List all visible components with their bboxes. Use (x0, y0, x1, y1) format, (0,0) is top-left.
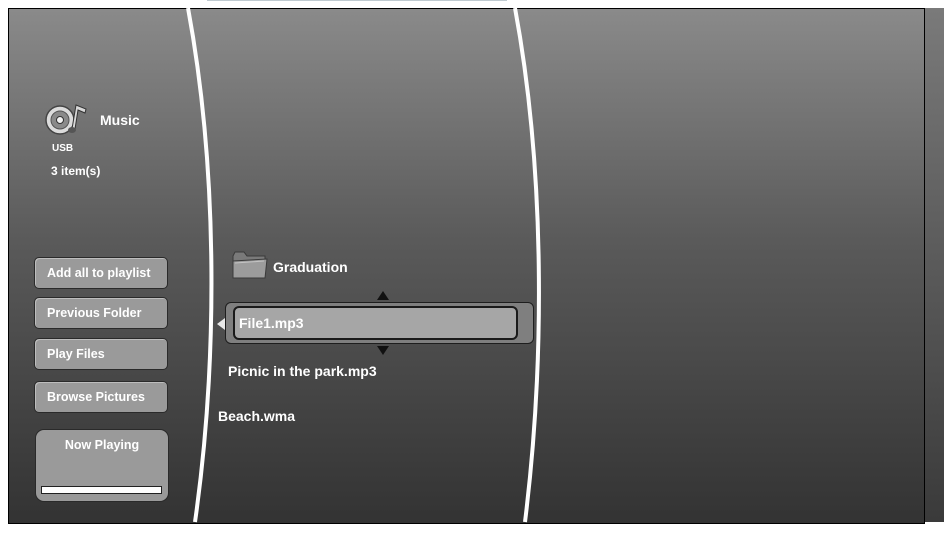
item-count: 3 item(s) (51, 164, 101, 178)
now-playing-panel[interactable]: Now Playing (35, 429, 169, 502)
folder-item-label[interactable]: Graduation (273, 259, 348, 275)
add-all-to-playlist-button[interactable]: Add all to playlist (34, 257, 168, 289)
now-playing-progress-bar (41, 486, 162, 494)
back-arrow-icon[interactable] (217, 318, 225, 330)
previous-folder-button[interactable]: Previous Folder (34, 297, 168, 329)
scroll-up-arrow-icon[interactable] (377, 291, 389, 300)
top-highlight-line (207, 0, 507, 1)
file-item-selected[interactable]: File1.mp3 (233, 306, 518, 340)
page-title: Music (100, 112, 140, 128)
folder-icon (232, 251, 268, 279)
music-disc-icon (45, 104, 87, 135)
now-playing-label: Now Playing (64, 438, 140, 452)
scroll-down-arrow-icon[interactable] (377, 346, 389, 355)
source-label: USB (52, 143, 74, 154)
now-playing-progress-fill (42, 487, 161, 493)
browse-pictures-button[interactable]: Browse Pictures (34, 381, 168, 413)
right-edge-panel (925, 8, 944, 522)
play-files-button[interactable]: Play Files (34, 338, 168, 370)
file-item[interactable]: Picnic in the park.mp3 (228, 363, 377, 379)
file-item[interactable]: Beach.wma (218, 408, 295, 424)
